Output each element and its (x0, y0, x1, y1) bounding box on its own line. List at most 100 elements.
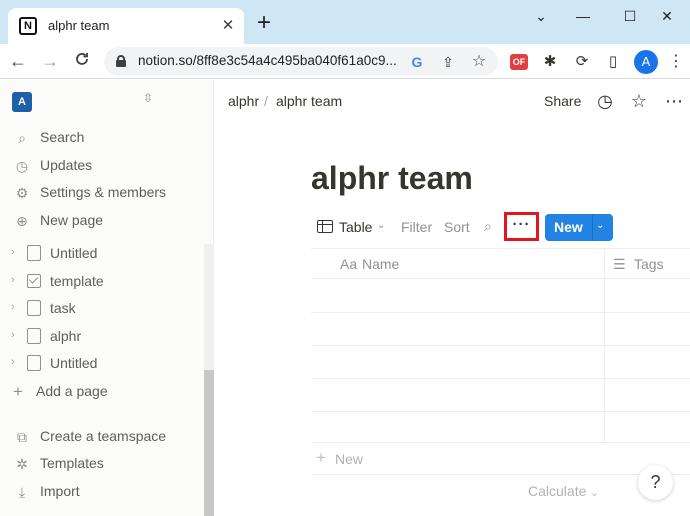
sidebar-page-label: Untitled (50, 245, 98, 261)
sidebar-item-create-teamspace[interactable]: ⧉ Create a teamspace (0, 424, 204, 450)
checkbox-icon (27, 274, 41, 288)
expand-chevron-icon[interactable]: › (11, 329, 15, 341)
back-button[interactable]: ← (6, 49, 30, 73)
sidebar-page-label: alphr (50, 328, 82, 344)
close-tab-icon[interactable]: ✕ (219, 17, 237, 35)
new-button-label: New (554, 219, 583, 235)
sidebar-page-label: task (50, 300, 76, 316)
share-button[interactable]: Share (544, 93, 581, 109)
name-column-type-icon: Aa (340, 256, 358, 272)
puzzle-extensions-icon[interactable]: ✱ (540, 52, 560, 72)
breadcrumb-separator: / (264, 93, 268, 109)
plus-icon: + (13, 382, 23, 401)
sidebar-item-label: Settings & members (40, 184, 167, 200)
favorite-star-icon[interactable]: ☆ (628, 90, 650, 112)
add-row-button[interactable]: + New (311, 443, 690, 475)
sidebar-page-untitled-2[interactable]: › Untitled (0, 351, 204, 377)
help-button[interactable]: ? (638, 465, 673, 500)
table-view-icon (317, 220, 333, 233)
sidebar-item-label: New page (40, 212, 104, 228)
page-title[interactable]: alphr team (311, 160, 473, 197)
expand-chevron-icon[interactable]: › (11, 301, 15, 313)
calculate-button[interactable]: Calculate ⌄ (528, 483, 599, 499)
page-icon (27, 328, 41, 344)
table-row[interactable] (311, 410, 690, 443)
address-bar[interactable]: notion.so/8ff8e3c54a4c495ba040f61a0c9...… (104, 47, 498, 76)
reload-button[interactable] (70, 49, 94, 73)
sidebar-item-updates[interactable]: ◷ Updates (0, 153, 204, 179)
search-icon[interactable]: ⌕ (484, 218, 492, 235)
chevron-down-icon[interactable]: ⌄ (377, 220, 385, 231)
sync-icon[interactable]: ⟳ (572, 52, 592, 72)
notion-favicon-icon: N (19, 17, 37, 35)
bookmark-star-icon[interactable]: ☆ (468, 51, 490, 73)
view-selector[interactable]: Table (339, 219, 372, 235)
add-page-label: Add a page (36, 383, 108, 399)
calculate-label: Calculate (528, 483, 587, 499)
workspace-switcher-icon[interactable]: ⇳ (143, 91, 153, 105)
minimize-button[interactable]: — (560, 4, 606, 28)
sidebar-item-settings[interactable]: ⚙ Settings & members (0, 180, 204, 206)
plus-circle-icon: ⊕ (16, 213, 28, 229)
plus-icon: + (316, 448, 326, 467)
table-row[interactable] (311, 280, 690, 313)
new-tab-button[interactable]: + (252, 11, 276, 36)
sidebar-item-search[interactable]: ⌕ Search (0, 125, 204, 151)
sort-button[interactable]: Sort (444, 219, 470, 235)
column-header-name[interactable]: Name (362, 256, 399, 272)
sidebar-page-task[interactable]: › task (0, 296, 204, 322)
close-window-button[interactable]: ✕ (644, 4, 690, 28)
browser-toolbar: ← → notion.so/8ff8e3c54a4c495ba040f61a0c… (0, 44, 690, 79)
sidebar-page-alphr[interactable]: › alphr (0, 324, 204, 350)
table-header: Aa Name ☰ Tags (311, 248, 690, 279)
filter-button[interactable]: Filter (401, 219, 432, 235)
sidebar-item-new-page[interactable]: ⊕ New page (0, 208, 204, 234)
table-row[interactable] (311, 313, 690, 346)
new-button[interactable]: New ⌄ (545, 214, 613, 241)
expand-chevron-icon[interactable]: › (11, 356, 15, 368)
browser-tab[interactable]: N alphr team ✕ (8, 8, 244, 44)
lock-icon (116, 55, 126, 67)
sidebar: A ⇳ ⌕ Search ◷ Updates ⚙ Settings & memb… (0, 80, 214, 516)
workspace-avatar[interactable]: A (12, 92, 32, 112)
side-panel-icon[interactable]: ▯ (603, 52, 623, 72)
google-icon[interactable]: G (406, 51, 428, 73)
sidebar-item-templates[interactable]: ✲ Templates (0, 451, 204, 477)
gear-icon: ⚙ (15, 185, 29, 201)
reload-icon (76, 53, 88, 65)
more-options-icon[interactable]: ⋯ (663, 90, 685, 112)
teamspace-icon: ⧉ (17, 429, 27, 445)
column-header-tags[interactable]: Tags (634, 256, 664, 272)
forward-button[interactable]: → (38, 49, 62, 73)
share-icon[interactable]: ⇪ (437, 51, 459, 73)
profile-avatar[interactable]: A (634, 50, 658, 74)
tab-search-icon[interactable]: ⌄ (518, 4, 564, 28)
table-row[interactable] (311, 346, 690, 379)
sidebar-scrollbar-thumb[interactable] (204, 370, 214, 516)
url-text: notion.so/8ff8e3c54a4c495ba040f61a0c9... (138, 53, 397, 68)
chevron-down-icon: ⌄ (590, 488, 599, 499)
add-page-button[interactable]: + Add a page (0, 379, 204, 405)
database-more-button[interactable]: ··· (504, 212, 539, 241)
browser-menu-icon[interactable]: ⋮ (666, 52, 686, 72)
breadcrumb-alphr[interactable]: alphr (228, 93, 259, 109)
breadcrumb-alphr-team[interactable]: alphr team (276, 93, 342, 109)
of-extension-icon[interactable]: OF (510, 54, 528, 70)
templates-icon: ✲ (16, 456, 28, 472)
sidebar-page-label: template (50, 273, 104, 289)
page-icon (27, 245, 41, 261)
expand-chevron-icon[interactable]: › (11, 274, 15, 286)
table-row[interactable] (311, 379, 690, 412)
sidebar-item-import[interactable]: ⤓ Import (0, 479, 204, 505)
sidebar-page-untitled[interactable]: › Untitled (0, 241, 204, 267)
history-clock-icon[interactable]: ◷ (594, 90, 616, 112)
expand-chevron-icon[interactable]: › (11, 246, 15, 258)
task-page-icon (27, 300, 41, 316)
new-button-divider (592, 214, 593, 241)
sidebar-page-template[interactable]: › template (0, 269, 204, 295)
search-icon: ⌕ (18, 130, 26, 146)
list-icon: ☰ (613, 256, 626, 272)
page-topbar: alphr / alphr team Share ◷ ☆ ⋯ (215, 80, 690, 124)
chevron-down-icon[interactable]: ⌄ (596, 220, 604, 231)
sidebar-item-label: Import (40, 483, 80, 499)
